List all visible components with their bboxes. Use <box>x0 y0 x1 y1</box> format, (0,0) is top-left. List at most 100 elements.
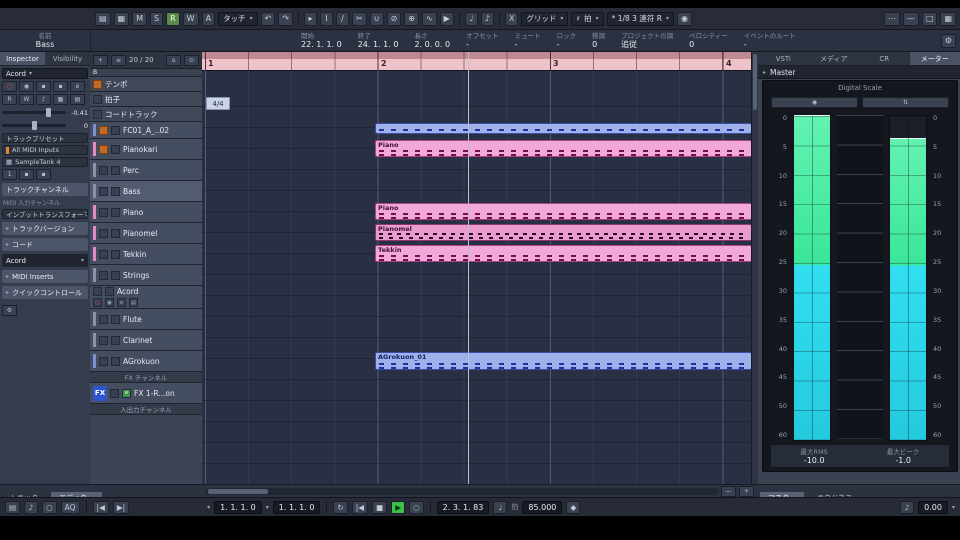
master-bus-header[interactable]: ▸ Master <box>758 66 960 79</box>
info-field[interactable]: 終了 24. 1. 1. 0 <box>358 32 399 49</box>
edit-icon[interactable]: e <box>117 298 126 307</box>
horizontal-scrollbar-track[interactable] <box>206 487 718 495</box>
info-field[interactable]: 長さ 2. 0. 0. 0 <box>414 32 450 49</box>
track-row-audio[interactable]: AGrokuon <box>90 351 202 372</box>
automation-write-button[interactable]: W <box>182 11 199 26</box>
track-row-midi-acord[interactable]: Acord ○ ◉ e ▤ <box>90 286 202 309</box>
info-field[interactable]: 開始 22. 1. 1. 0 <box>301 32 342 49</box>
setup-icon[interactable]: ▤ <box>95 11 111 26</box>
track-row-midi[interactable]: Clarinet <box>90 330 202 351</box>
lane-icon[interactable]: ▤ <box>129 298 138 307</box>
stop-button[interactable]: ■ <box>372 500 388 514</box>
note-icon[interactable]: ♪ <box>480 11 494 26</box>
track-row-signature[interactable]: 拍子 <box>90 92 202 107</box>
track-row-midi[interactable]: Perc <box>90 160 202 181</box>
solo-all-button[interactable]: S <box>150 11 164 26</box>
right-locator-field[interactable]: 1. 1. 1. 0 <box>272 500 321 514</box>
meter-bar-right[interactable] <box>889 115 927 441</box>
midi-part-pianomel[interactable]: Pianomel <box>375 224 752 241</box>
record-arm-icon[interactable]: ○ <box>93 298 102 307</box>
iterative-quantize-icon[interactable]: ◉ <box>676 11 692 26</box>
info-field[interactable]: ミュート - <box>515 32 541 49</box>
infoline-gear-icon[interactable]: ⚙ <box>940 33 956 48</box>
midi-input-selector[interactable]: All MIDI Inputs <box>2 145 88 155</box>
redo-icon[interactable]: ↷ <box>278 11 293 26</box>
automation-read-button[interactable]: R <box>166 11 180 26</box>
track-row-chord[interactable]: コードトラック <box>90 107 202 122</box>
input-transformer-selector[interactable]: インプットトランスフォーマー ⇅ <box>2 209 88 219</box>
zoom-tool-icon[interactable]: ⊕ <box>404 11 419 26</box>
program-selector-button[interactable]: ▪ <box>36 169 51 180</box>
track-row-audio[interactable]: FC01_A_..02 <box>90 122 202 139</box>
record-enable-button[interactable]: ○ <box>2 81 17 92</box>
track-row-fx[interactable]: FX e FX 1-R...on <box>90 383 202 404</box>
object-selection-tool-icon[interactable]: ▸ <box>304 11 317 26</box>
timeline-ruler[interactable]: 1 2 3 4 <box>202 52 752 71</box>
edit-channel-button[interactable]: e <box>70 81 85 92</box>
window-minimize-icon[interactable]: — <box>902 11 919 26</box>
project-cursor[interactable] <box>468 52 469 484</box>
goto-start-button[interactable]: |◀ <box>351 500 369 514</box>
zoom-out-icon[interactable]: — <box>721 485 736 497</box>
info-field[interactable]: プロジェクトの調 追従 <box>621 32 673 49</box>
cycle-button[interactable]: ↻ <box>333 500 348 514</box>
vertical-scrollbar[interactable] <box>751 52 758 484</box>
pan-slider[interactable] <box>2 121 66 130</box>
track-row-tempo[interactable]: テンポ <box>90 77 202 92</box>
info-field[interactable]: イベントのルート - <box>744 32 796 49</box>
audio-quantize-badge[interactable]: AQ <box>60 500 80 514</box>
sync-icon[interactable]: ◆ <box>566 500 581 514</box>
midi-part-piano-2[interactable]: Piano <box>375 203 752 220</box>
audio-part[interactable] <box>375 123 752 134</box>
transport-setup-icon[interactable]: ▤ <box>5 500 21 514</box>
lock-track-button[interactable]: ▦ <box>53 94 68 105</box>
search-icon[interactable]: ⊙ <box>184 54 199 66</box>
midi-part-piano[interactable]: Piano <box>375 140 752 157</box>
max-rms-stat[interactable]: 最大RMS -10.0 <box>801 448 828 465</box>
metronome-click-icon[interactable]: ♩ <box>493 500 508 514</box>
beat-mode-label[interactable]: 拍 <box>511 502 518 512</box>
volume-slider[interactable] <box>2 108 66 117</box>
track-filter-icon[interactable]: ≡ <box>111 54 126 66</box>
bank-selector-button[interactable]: ▪ <box>19 169 34 180</box>
tempo-field[interactable]: 85.000 <box>522 500 563 514</box>
track-row-midi[interactable]: Pianomel <box>90 223 202 244</box>
automation-suspend-button[interactable]: A <box>201 11 216 26</box>
project-position-display[interactable]: 2. 3. 1. 83 <box>436 500 490 514</box>
section-chords[interactable]: ▸ コード <box>2 238 88 251</box>
horizontal-scrollbar-thumb[interactable] <box>208 488 268 494</box>
output-level-field[interactable]: 0.00 <box>918 500 948 514</box>
info-field[interactable]: ベロシティー 0 <box>689 32 728 49</box>
monitor-icon[interactable]: ◉ <box>105 298 114 307</box>
section-chord-combo[interactable]: Acord ▾ <box>2 254 88 267</box>
left-locator-field[interactable]: 1. 1. 1. 0 <box>214 500 262 514</box>
track-row-midi[interactable]: Pianokari <box>90 139 202 160</box>
meter-bar-left[interactable] <box>793 115 831 441</box>
monitor-button[interactable]: ◉ <box>19 81 34 92</box>
beat-grid-dropdown[interactable]: ♯ 拍 ▾ <box>571 11 604 26</box>
info-field[interactable]: オフセット - <box>466 32 499 49</box>
record-mode-icon[interactable]: ○ <box>42 500 57 514</box>
tab-vsti[interactable]: VSTi <box>758 52 809 65</box>
track-row-midi[interactable]: Tekkin <box>90 244 202 265</box>
track-row-folder[interactable]: B <box>90 69 202 77</box>
output-speaker-icon[interactable]: ♪ <box>900 500 915 514</box>
window-panels-icon[interactable]: ▦ <box>940 11 956 26</box>
meter-alignment-button[interactable]: ⇅ <box>862 97 949 108</box>
horizontal-scrollbar[interactable]: — + <box>202 484 758 497</box>
event-name-block[interactable]: 名前 Bass <box>0 30 91 51</box>
play-button[interactable]: ▶ <box>391 500 406 514</box>
timebase-button[interactable]: ♪ <box>36 94 51 105</box>
line-tool-icon[interactable]: ∿ <box>421 11 437 26</box>
track-row-midi-selected[interactable]: Bass <box>90 181 202 202</box>
zoom-in-icon[interactable]: + <box>739 485 754 497</box>
track-row-midi[interactable]: Strings <box>90 265 202 286</box>
effect-edit-icon[interactable]: e <box>122 388 131 398</box>
mute-track-button[interactable]: ▪ <box>36 81 51 92</box>
volume-slider-handle[interactable] <box>45 108 51 117</box>
tab-media[interactable]: メディア <box>809 52 860 65</box>
autoscroll-icon[interactable]: X <box>504 11 519 26</box>
split-tool-icon[interactable]: ✂ <box>352 11 367 26</box>
signature-event[interactable]: 4/4 <box>206 97 230 110</box>
mute-tool-icon[interactable]: ⊘ <box>386 11 402 26</box>
